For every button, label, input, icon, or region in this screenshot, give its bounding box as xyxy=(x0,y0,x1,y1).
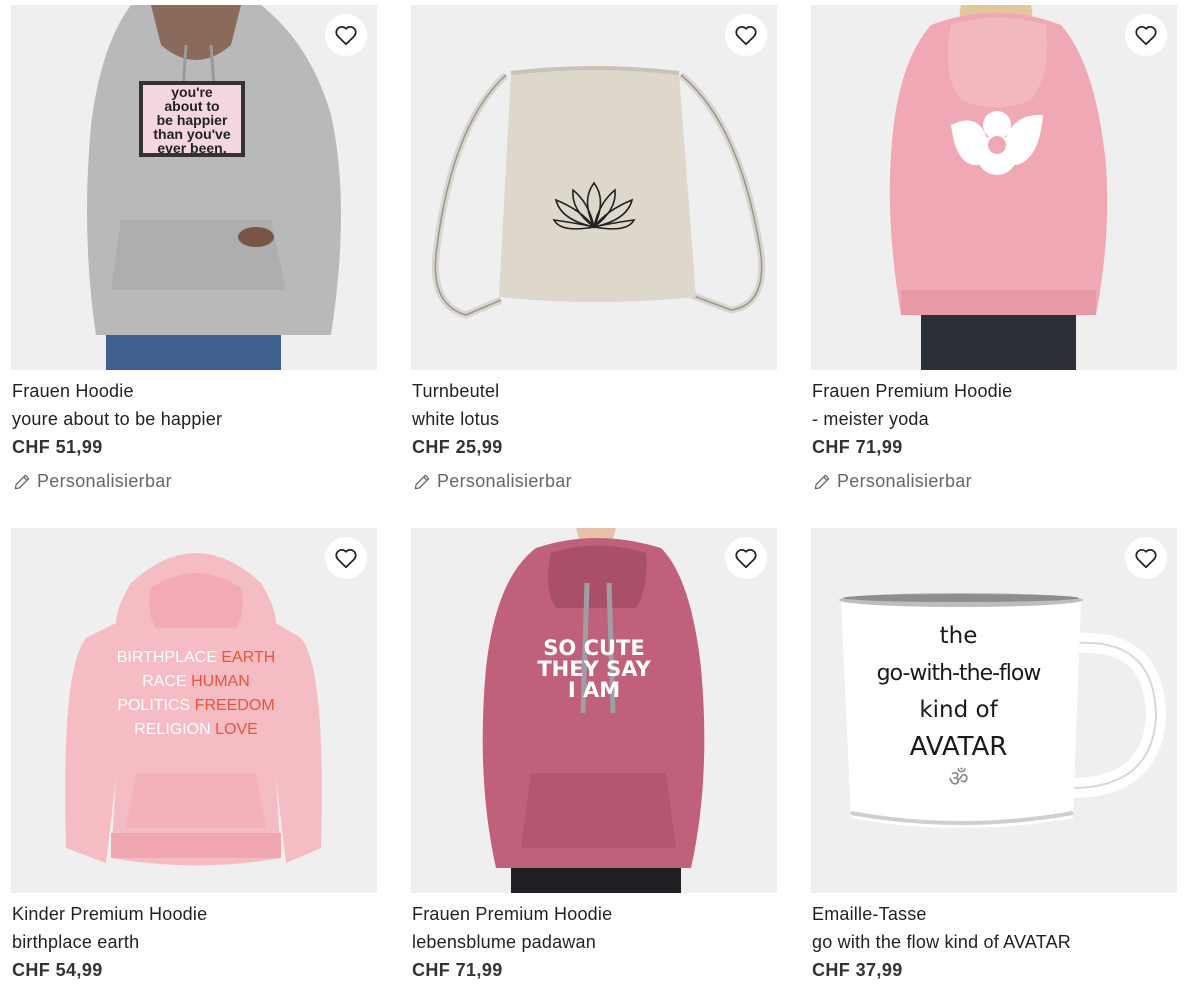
heart-outline-icon xyxy=(1135,26,1157,46)
product-image[interactable]: SO CUTE THEY SAY I AM xyxy=(411,528,777,893)
personalizable-label[interactable]: Personalisierbar xyxy=(812,471,1177,492)
wishlist-button[interactable] xyxy=(325,14,367,56)
product-image[interactable]: the go-with-the-flow kind of AVATAR ॐ xyxy=(811,528,1177,893)
pencil-icon xyxy=(414,474,430,489)
kids-hoodie-print: BIRTHPLACE EARTH RACE HUMAN POLITICS FRE… xyxy=(116,649,276,738)
product-name[interactable]: - meister yoda xyxy=(812,408,1177,430)
personalizable-label[interactable]: Personalisierbar xyxy=(12,471,377,492)
personalizable-label[interactable]: Personalisierbar xyxy=(412,471,777,492)
rose-hoodie-image xyxy=(411,528,777,893)
product-image[interactable]: BIRTHPLACE EARTH RACE HUMAN POLITICS FRE… xyxy=(11,528,377,893)
product-price: CHF 71,99 xyxy=(812,437,903,457)
product-type[interactable]: Kinder Premium Hoodie xyxy=(12,903,377,925)
product-type[interactable]: Frauen Premium Hoodie xyxy=(812,380,1177,402)
wishlist-button[interactable] xyxy=(725,14,767,56)
heart-outline-icon xyxy=(735,26,757,46)
product-name[interactable]: lebensblume padawan xyxy=(412,931,777,953)
product-card[interactable]: Frauen Premium Hoodie - meister yoda CHF… xyxy=(811,5,1177,492)
product-name[interactable]: white lotus xyxy=(412,408,777,430)
product-type[interactable]: Turnbeutel xyxy=(412,380,777,402)
product-type[interactable]: Emaille-Tasse xyxy=(812,903,1177,925)
pencil-icon xyxy=(14,474,30,489)
product-type[interactable]: Frauen Hoodie xyxy=(12,380,377,402)
product-name[interactable]: youre about to be happier xyxy=(12,408,377,430)
product-card[interactable]: BIRTHPLACE EARTH RACE HUMAN POLITICS FRE… xyxy=(11,528,377,981)
product-type[interactable]: Frauen Premium Hoodie xyxy=(412,903,777,925)
hoodie-print-text: you're about to be happier than you've e… xyxy=(153,84,231,156)
personalizable-text: Personalisierbar xyxy=(437,471,572,491)
product-name[interactable]: go with the flow kind of AVATAR xyxy=(812,931,1177,953)
product-price: CHF 37,99 xyxy=(812,960,903,980)
product-price: CHF 25,99 xyxy=(412,437,503,457)
personalizable-text: Personalisierbar xyxy=(37,471,172,491)
product-image[interactable] xyxy=(411,5,777,370)
wishlist-button[interactable] xyxy=(1125,537,1167,579)
wishlist-button[interactable] xyxy=(725,537,767,579)
product-card[interactable]: you're about to be happier than you've e… xyxy=(11,5,377,492)
heart-outline-icon xyxy=(1135,549,1157,569)
product-image[interactable]: you're about to be happier than you've e… xyxy=(11,5,377,370)
wishlist-button[interactable] xyxy=(325,537,367,579)
product-name[interactable]: birthplace earth xyxy=(12,931,377,953)
grey-hoodie-image xyxy=(11,5,377,370)
product-grid: you're about to be happier than you've e… xyxy=(11,5,1177,981)
product-card[interactable]: the go-with-the-flow kind of AVATAR ॐ Em… xyxy=(811,528,1177,981)
mug-print: the go-with-the-flow kind of AVATAR ॐ xyxy=(876,623,1042,792)
wishlist-button[interactable] xyxy=(1125,14,1167,56)
heart-outline-icon xyxy=(335,26,357,46)
product-card[interactable]: Turnbeutel white lotus CHF 25,99 Persona… xyxy=(411,5,777,492)
rose-hoodie-print: SO CUTE THEY SAY I AM xyxy=(537,636,651,702)
product-price: CHF 54,99 xyxy=(12,960,103,980)
product-card[interactable]: SO CUTE THEY SAY I AM Frauen Premium Hoo… xyxy=(411,528,777,981)
product-image[interactable] xyxy=(811,5,1177,370)
product-price: CHF 51,99 xyxy=(12,437,103,457)
heart-outline-icon xyxy=(735,549,757,569)
personalizable-text: Personalisierbar xyxy=(837,471,972,491)
heart-outline-icon xyxy=(335,549,357,569)
drawstring-bag-lotus-image xyxy=(411,5,777,370)
product-price: CHF 71,99 xyxy=(412,960,503,980)
pink-hoodie-back-image xyxy=(811,5,1177,370)
pencil-icon xyxy=(814,474,830,489)
